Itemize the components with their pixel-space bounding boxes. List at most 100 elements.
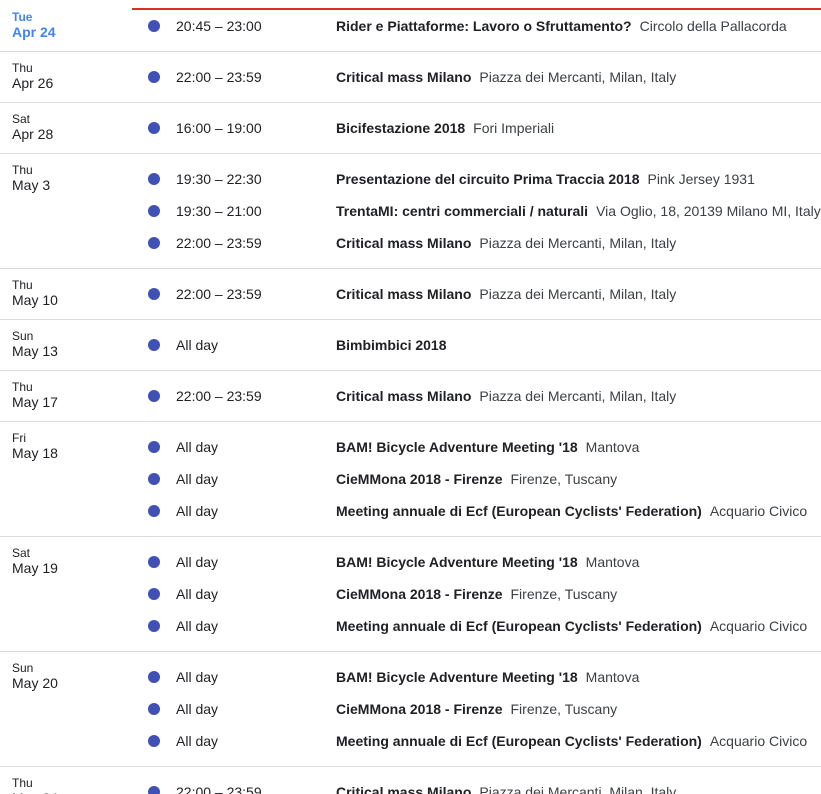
- event-info: Meeting annuale di Ecf (European Cyclist…: [336, 725, 807, 757]
- event-info: BAM! Bicycle Adventure Meeting '18 Mantov…: [336, 661, 639, 693]
- event-row[interactable]: All day Meeting annuale di Ecf (European…: [0, 725, 821, 757]
- event-row[interactable]: 16:00 – 19:00 Bicifestazione 2018 Fori Im…: [0, 112, 821, 144]
- event-info: Critical mass Milano Piazza dei Mercanti,…: [336, 380, 676, 412]
- event-title: Bimbimbici 2018: [336, 337, 447, 353]
- event-row[interactable]: 22:00 – 23:59 Critical mass Milano Piazza…: [0, 278, 821, 310]
- agenda-list: Tue Apr 24 20:45 – 23:00 Rider e Piattaf…: [0, 0, 821, 794]
- event-row[interactable]: 22:00 – 23:59 Critical mass Milano Piazza…: [0, 380, 821, 412]
- event-location: Piazza dei Mercanti, Milan, Italy: [479, 235, 677, 251]
- event-location: Acquario Civico: [709, 618, 808, 634]
- event-title: CieMMona 2018 - Firenze: [336, 701, 503, 717]
- event-row[interactable]: All day BAM! Bicycle Adventure Meeting '…: [0, 431, 821, 463]
- event-row[interactable]: 22:00 – 23:59 Critical mass Milano Piazza…: [0, 61, 821, 93]
- event-title: Meeting annuale di Ecf (European Cyclist…: [336, 503, 702, 519]
- event-title: Critical mass Milano: [336, 784, 472, 794]
- event-color-dot-icon: [148, 620, 160, 632]
- event-time: All day: [176, 554, 219, 570]
- event-row[interactable]: 22:00 – 23:59 Critical mass Milano Piazza…: [0, 227, 821, 259]
- event-time: All day: [176, 733, 219, 749]
- event-location: Piazza dei Mercanti, Milan, Italy: [479, 784, 677, 794]
- event-title: Rider e Piattaforme: Lavoro o Sfruttamen…: [336, 18, 632, 34]
- event-time: 19:30 – 22:30: [176, 171, 262, 187]
- event-row[interactable]: All day BAM! Bicycle Adventure Meeting '…: [0, 546, 821, 578]
- event-color-dot-icon: [148, 237, 160, 249]
- agenda-day: Sat Apr 28 16:00 – 19:00 Bicifestazione …: [0, 103, 821, 154]
- event-title: Critical mass Milano: [336, 388, 472, 404]
- event-title: Bicifestazione 2018: [336, 120, 466, 136]
- event-location: Firenze, Tuscany: [510, 701, 618, 717]
- event-location: Piazza dei Mercanti, Milan, Italy: [479, 388, 677, 404]
- event-row[interactable]: 22:00 – 23:59 Critical mass Milano Piazza…: [0, 776, 821, 794]
- event-color-dot-icon: [148, 703, 160, 715]
- event-title: Critical mass Milano: [336, 235, 472, 251]
- event-color-dot-icon: [148, 473, 160, 485]
- event-location: Piazza dei Mercanti, Milan, Italy: [479, 286, 677, 302]
- event-row[interactable]: 20:45 – 23:00 Rider e Piattaforme: Lavor…: [0, 10, 821, 42]
- day-events: 22:00 – 23:59 Critical mass Milano Piazza…: [0, 776, 821, 794]
- event-location: Via Oglio, 18, 20139 Milano MI, Italy: [596, 203, 821, 219]
- event-title: Presentazione del circuito Prima Traccia…: [336, 171, 640, 187]
- event-title: BAM! Bicycle Adventure Meeting '18: [336, 669, 578, 685]
- event-color-dot-icon: [148, 786, 160, 794]
- event-title: Critical mass Milano: [336, 286, 472, 302]
- event-location: Circolo della Pallacorda: [639, 18, 787, 34]
- event-color-dot-icon: [148, 339, 160, 351]
- event-title: Meeting annuale di Ecf (European Cyclist…: [336, 733, 702, 749]
- event-row[interactable]: All day CieMMona 2018 - Firenze Firenze, …: [0, 463, 821, 495]
- event-time: 22:00 – 23:59: [176, 286, 262, 302]
- event-location: Mantova: [585, 554, 640, 570]
- current-time-line: [132, 8, 821, 10]
- event-info: Critical mass Milano Piazza dei Mercanti,…: [336, 227, 676, 259]
- event-title: CieMMona 2018 - Firenze: [336, 471, 503, 487]
- event-title: Meeting annuale di Ecf (European Cyclist…: [336, 618, 702, 634]
- event-time: All day: [176, 439, 219, 455]
- event-location: Acquario Civico: [709, 503, 808, 519]
- event-row[interactable]: All day CieMMona 2018 - Firenze Firenze, …: [0, 693, 821, 725]
- event-color-dot-icon: [148, 556, 160, 568]
- event-time: 22:00 – 23:59: [176, 388, 262, 404]
- event-location: Mantova: [585, 669, 640, 685]
- event-time: All day: [176, 586, 219, 602]
- event-time: All day: [176, 337, 219, 353]
- event-row[interactable]: 19:30 – 21:00 TrentaMI: centri commercia…: [0, 195, 821, 227]
- event-location: Acquario Civico: [709, 733, 808, 749]
- event-info: Meeting annuale di Ecf (European Cyclist…: [336, 495, 807, 527]
- day-events: All day Bimbimbici 2018: [0, 329, 821, 361]
- event-color-dot-icon: [148, 122, 160, 134]
- day-events: All day BAM! Bicycle Adventure Meeting '…: [0, 546, 821, 642]
- agenda-day: Thu May 17 22:00 – 23:59 Critical mass M…: [0, 371, 821, 422]
- event-color-dot-icon: [148, 588, 160, 600]
- event-color-dot-icon: [148, 205, 160, 217]
- event-color-dot-icon: [148, 441, 160, 453]
- event-info: BAM! Bicycle Adventure Meeting '18 Mantov…: [336, 546, 639, 578]
- day-events: 20:45 – 23:00 Rider e Piattaforme: Lavor…: [0, 10, 821, 42]
- event-row[interactable]: All day BAM! Bicycle Adventure Meeting '…: [0, 661, 821, 693]
- day-events: All day BAM! Bicycle Adventure Meeting '…: [0, 431, 821, 527]
- event-info: Rider e Piattaforme: Lavoro o Sfruttamen…: [336, 10, 787, 42]
- event-title: BAM! Bicycle Adventure Meeting '18: [336, 554, 578, 570]
- event-location: Firenze, Tuscany: [510, 586, 618, 602]
- event-location: Pink Jersey 1931: [647, 171, 755, 187]
- event-row[interactable]: All day Meeting annuale di Ecf (European…: [0, 610, 821, 642]
- event-row[interactable]: All day CieMMona 2018 - Firenze Firenze, …: [0, 578, 821, 610]
- event-title: BAM! Bicycle Adventure Meeting '18: [336, 439, 578, 455]
- event-row[interactable]: All day Meeting annuale di Ecf (European…: [0, 495, 821, 527]
- day-events: 19:30 – 22:30 Presentazione del circuito…: [0, 163, 821, 259]
- event-row[interactable]: All day Bimbimbici 2018: [0, 329, 821, 361]
- agenda-day: Tue Apr 24 20:45 – 23:00 Rider e Piattaf…: [0, 0, 821, 52]
- event-time: 16:00 – 19:00: [176, 120, 262, 136]
- agenda-day: Sun May 13 All day Bimbimbici 2018: [0, 320, 821, 371]
- event-info: CieMMona 2018 - Firenze Firenze, Tuscany: [336, 693, 617, 725]
- event-color-dot-icon: [148, 288, 160, 300]
- agenda-day: Sun May 20 All day BAM! Bicycle Adventur…: [0, 652, 821, 767]
- event-info: CieMMona 2018 - Firenze Firenze, Tuscany: [336, 463, 617, 495]
- event-row[interactable]: 19:30 – 22:30 Presentazione del circuito…: [0, 163, 821, 195]
- agenda-day: Thu May 24 22:00 – 23:59 Critical mass M…: [0, 767, 821, 794]
- event-color-dot-icon: [148, 71, 160, 83]
- agenda-day: Thu May 3 19:30 – 22:30 Presentazione de…: [0, 154, 821, 269]
- event-location: Piazza dei Mercanti, Milan, Italy: [479, 69, 677, 85]
- event-info: Bicifestazione 2018 Fori Imperiali: [336, 112, 554, 144]
- event-info: Meeting annuale di Ecf (European Cyclist…: [336, 610, 807, 642]
- event-time: All day: [176, 503, 219, 519]
- event-time: All day: [176, 701, 219, 717]
